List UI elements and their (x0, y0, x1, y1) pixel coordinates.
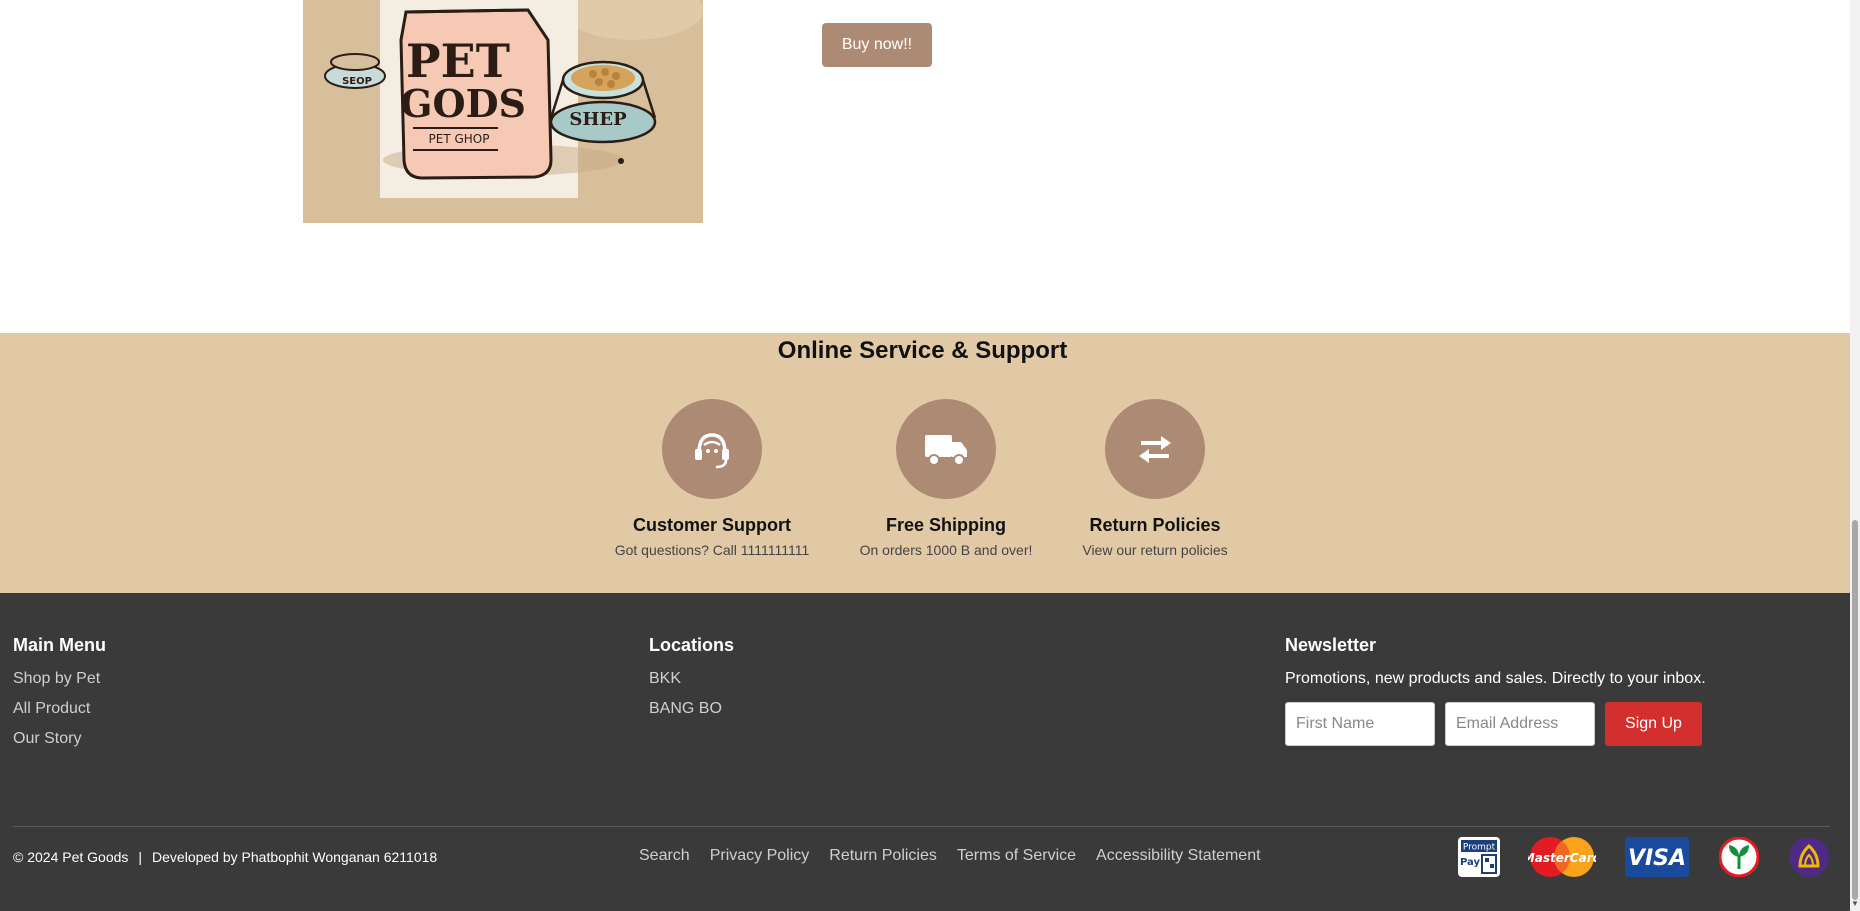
main-menu-title: Main Menu (13, 635, 106, 655)
page: PET GODS PET GHOP SHEP SEOP Buy now!! On… (0, 0, 1860, 911)
scrollbar-thumb[interactable] (1852, 520, 1858, 900)
footer-link-terms-of-service[interactable]: Terms of Service (957, 847, 1076, 865)
footer-link-accessibility-statement[interactable]: Accessibility Statement (1096, 847, 1261, 865)
newsletter-description: Promotions, new products and sales. Dire… (1285, 670, 1706, 687)
first-name-input[interactable] (1285, 702, 1435, 746)
footer-link-search[interactable]: Search (639, 847, 690, 865)
bag-text-line2: GODS (400, 81, 526, 126)
email-input[interactable] (1445, 702, 1595, 746)
site-footer: Main Menu Shop by Pet All Product Our St… (0, 593, 1850, 911)
bowl-label: SHEP (569, 109, 627, 130)
promptpay-text-2: Pay (1460, 857, 1481, 868)
newsletter-form: Sign Up (1285, 702, 1706, 746)
newsletter-title: Newsletter (1285, 635, 1377, 655)
developer-credit: Developed by Phatbophit Wonganan 6211018 (152, 849, 438, 865)
mastercard-icon: MasterCard (1528, 837, 1596, 877)
main-menu-column: Main Menu Shop by Pet All Product Our St… (13, 635, 106, 760)
visa-icon: VISA (1625, 837, 1689, 877)
bag-text-line1: PET (406, 34, 510, 88)
return-policies-desc: View our return policies (1082, 542, 1228, 558)
visa-text: VISA (1628, 846, 1686, 871)
footer-link-bang-bo[interactable]: BANG BO (649, 700, 734, 718)
free-shipping-desc: On orders 1000 B and over! (859, 542, 1033, 558)
copyright-text: © 2024 Pet Goods | Developed by Phatbophit… (13, 849, 437, 865)
promptpay-text-1: Prompt (1463, 843, 1496, 853)
free-shipping-card[interactable]: Free Shipping On orders 1000 B and over! (846, 399, 1046, 558)
service-support-section: Online Service & Support Customer Suppor… (0, 333, 1850, 593)
return-policies-title: Return Policies (1089, 515, 1221, 535)
bag-text-line3: PET GHOP (429, 132, 490, 146)
footer-link-return-policies[interactable]: Return Policies (829, 847, 937, 865)
locations-column: Locations BKK BANG BO (649, 635, 734, 730)
footer-divider (13, 826, 1830, 827)
customer-support-desc: Got questions? Call 1111111111 (614, 542, 810, 558)
footer-link-all-product[interactable]: All Product (13, 700, 106, 718)
footer-link-shop-by-pet[interactable]: Shop by Pet (13, 670, 106, 688)
footer-link-privacy-policy[interactable]: Privacy Policy (710, 847, 810, 865)
promptpay-icon: Prompt Pay (1458, 837, 1500, 877)
customer-support-title: Customer Support (632, 515, 791, 535)
support-title: Online Service & Support (777, 337, 1068, 364)
product-image: PET GODS PET GHOP SHEP SEOP (303, 0, 703, 223)
footer-link-our-story[interactable]: Our Story (13, 730, 106, 748)
sign-up-button[interactable]: Sign Up (1605, 702, 1702, 746)
free-shipping-title: Free Shipping (885, 515, 1006, 535)
copyright-label: © 2024 Pet Goods (13, 849, 129, 865)
kbank-icon (1719, 837, 1759, 877)
truck-icon (896, 399, 996, 499)
newsletter-column: Newsletter Promotions, new products and … (1285, 635, 1706, 746)
scroll-down-arrow-icon[interactable]: ▼ (1851, 899, 1859, 909)
exchange-arrows-icon (1105, 399, 1205, 499)
customer-support-card[interactable]: Customer Support Got questions? Call 111… (612, 399, 812, 558)
headset-icon (662, 399, 762, 499)
return-policies-card[interactable]: Return Policies View our return policies (1055, 399, 1255, 558)
locations-title: Locations (649, 635, 735, 655)
mastercard-text: MasterCard (1528, 851, 1596, 865)
footer-link-bkk[interactable]: BKK (649, 670, 734, 688)
buy-now-button[interactable]: Buy now!! (822, 23, 932, 67)
copyright-separator: | (138, 849, 143, 865)
scb-icon (1789, 837, 1829, 877)
footer-bottom-nav: Search Privacy Policy Return Policies Te… (639, 847, 1261, 865)
product-section: PET GODS PET GHOP SHEP SEOP Buy now!! (0, 0, 1850, 333)
small-bowl-label: SEOP (342, 76, 372, 87)
